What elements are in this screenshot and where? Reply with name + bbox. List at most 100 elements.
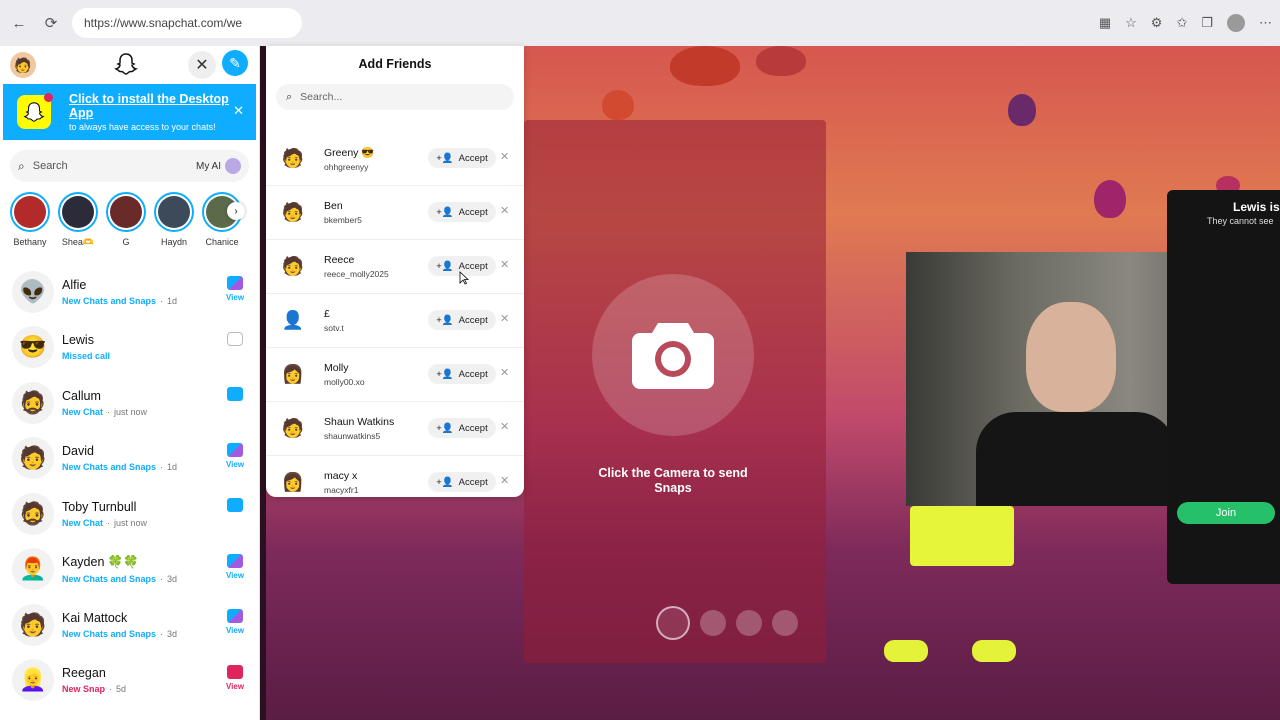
story-ring — [10, 192, 50, 232]
story-name: Shea🫶 — [61, 237, 95, 247]
chat-avatar: 👽 — [12, 270, 54, 313]
story-item[interactable]: Bethany — [10, 192, 50, 260]
accept-button[interactable]: +👤 Accept — [428, 310, 496, 330]
chat-action[interactable]: View — [223, 664, 247, 691]
friend-request-row: 👤 £ sotv.t +👤 Accept ✕ — [266, 294, 524, 348]
accept-label: Accept — [458, 422, 488, 434]
add-friend-icon: +👤 — [436, 422, 454, 434]
chat-row[interactable]: 😎 Lewis Missed call — [0, 320, 259, 376]
reload-icon[interactable]: ⟳ — [40, 12, 62, 34]
chat-status: New Snap — [62, 684, 106, 695]
chat-action[interactable]: View — [223, 609, 247, 635]
menu-icon[interactable]: ⋯ — [1259, 15, 1272, 31]
chat-action[interactable]: View — [223, 276, 247, 302]
chat-action[interactable] — [223, 387, 247, 401]
lens-item[interactable] — [736, 610, 762, 636]
my-ai-button[interactable]: My AI — [196, 158, 241, 174]
chat-row[interactable]: 🧑 Kai Mattock New Chats and Snaps · 3d View — [0, 597, 259, 653]
dismiss-icon[interactable]: ✕ — [500, 258, 509, 271]
dismiss-icon[interactable]: ✕ — [500, 474, 509, 487]
chat-status: Missed call — [62, 351, 111, 362]
chat-action[interactable]: View — [223, 442, 247, 469]
lens-item[interactable] — [700, 610, 726, 636]
dismiss-icon[interactable]: ✕ — [500, 420, 509, 433]
story-ring — [154, 192, 194, 232]
accept-button[interactable]: +👤 Accept — [428, 202, 496, 222]
chat-row[interactable]: 🧔 Toby Turnbull New Chat · just now — [0, 486, 259, 542]
story-name: Chanice — [205, 237, 239, 247]
install-desktop-banner[interactable]: Click to install the Desktop App to alwa… — [3, 84, 256, 140]
story-item[interactable]: Haydn — [154, 192, 194, 260]
story-item[interactable]: G — [106, 192, 146, 260]
profile-icon[interactable] — [1227, 14, 1245, 32]
chat-action[interactable] — [223, 331, 247, 346]
chat-time-sep: · — [107, 517, 111, 528]
close-banner-icon[interactable]: ✕ — [233, 103, 244, 119]
lens-capture[interactable] — [656, 606, 690, 640]
new-chat-icon[interactable]: ✎ — [222, 50, 248, 76]
chat-name: Alfie — [62, 277, 87, 292]
dismiss-icon[interactable]: ✕ — [500, 150, 509, 163]
browser-toolbar: ← ⟳ https://www.snapchat.com/we ▦ ☆ ⚙ ✩ … — [0, 0, 1280, 46]
accept-button[interactable]: +👤 Accept — [428, 364, 496, 384]
chat-row[interactable]: 🧑 David New Chats and Snaps · 1d View — [0, 431, 259, 487]
person-head — [1026, 302, 1116, 412]
chat-time-sep: · — [107, 406, 111, 417]
dismiss-icon[interactable]: ✕ — [500, 204, 509, 217]
chat-time-sep: · — [160, 462, 164, 473]
chat-avatar: 🧑 — [12, 437, 54, 480]
accept-button[interactable]: +👤 Accept — [428, 472, 496, 492]
chat-search[interactable]: ⌕ Search My AI — [10, 150, 249, 182]
accept-button[interactable]: +👤 Accept — [428, 418, 496, 438]
view-label: View — [225, 293, 245, 302]
add-friend-icon: +👤 — [436, 260, 454, 272]
story-item[interactable]: Shea🫶 — [58, 192, 98, 260]
search-icon: ⌕ — [18, 158, 25, 173]
lens-carousel — [656, 606, 798, 640]
close-icon[interactable]: ✕ — [188, 51, 216, 79]
install-link[interactable]: Click to install the Desktop App — [69, 92, 229, 120]
add-friend-icon: +👤 — [436, 368, 454, 380]
add-friend-icon: +👤 — [436, 314, 454, 326]
chat-row[interactable]: 🧔 Callum New Chat · just now — [0, 375, 259, 431]
back-icon[interactable]: ← — [8, 12, 30, 34]
story-thumbnail — [110, 196, 142, 228]
dismiss-icon[interactable]: ✕ — [500, 366, 509, 379]
lens-item[interactable] — [772, 610, 798, 636]
install-subtitle: to always have access to your chats! — [69, 122, 216, 132]
collections-icon[interactable]: ❐ — [1201, 15, 1213, 31]
chat-row[interactable]: 👨‍🦰 Kayden 🍀🍀 New Chats and Snaps · 3d View — [0, 542, 259, 598]
balloon-icon — [756, 46, 806, 76]
chevron-right-icon[interactable]: › — [227, 202, 245, 220]
chat-action[interactable] — [223, 498, 247, 512]
story-thumbnail — [158, 196, 190, 228]
chat-action[interactable]: View — [223, 553, 247, 580]
add-friend-icon: +👤 — [436, 206, 454, 218]
dismiss-icon[interactable]: ✕ — [500, 312, 509, 325]
friend-avatar: 👩 — [281, 472, 305, 492]
camera-icon — [227, 331, 243, 346]
chat-list: 👽 Alfie New Chats and Snaps · 1d View 😎 Lewis Mi… — [0, 264, 259, 708]
accept-button[interactable]: +👤 Accept — [428, 148, 496, 168]
friend-search-input[interactable]: ⌕ Search... — [276, 84, 514, 110]
address-bar[interactable]: https://www.snapchat.com/we — [72, 8, 302, 38]
friend-request-list: 🧑 Greeny 😎 ohhgreenyy +👤 Accept ✕ 🧑 Ben bkember5… — [266, 132, 524, 497]
chat-name: Kayden 🍀🍀 — [62, 554, 139, 569]
camera-button[interactable] — [592, 274, 754, 436]
favorites-icon[interactable]: ✩ — [1176, 15, 1187, 31]
settings-icon[interactable]: ⚙ — [1151, 15, 1163, 31]
chat-time: 3d — [167, 628, 178, 639]
my-avatar[interactable]: 🧑 — [10, 52, 36, 78]
star-icon[interactable]: ☆ — [1125, 15, 1137, 31]
join-call-button[interactable]: Join — [1177, 502, 1275, 524]
chat-avatar: 🧔 — [12, 381, 54, 424]
chat-time: just now — [114, 406, 148, 417]
balloon-icon — [602, 90, 634, 120]
chat-row[interactable]: 👱‍♀️ Reegan New Snap · 5d View — [0, 653, 259, 709]
friend-avatar: 👤 — [281, 310, 305, 330]
chat-row[interactable]: 👽 Alfie New Chats and Snaps · 1d View — [0, 264, 259, 320]
chat-time-sep: · — [109, 684, 113, 695]
view-label: View — [225, 626, 245, 635]
friend-name: Ben — [324, 200, 343, 212]
extensions-icon[interactable]: ▦ — [1099, 15, 1111, 31]
